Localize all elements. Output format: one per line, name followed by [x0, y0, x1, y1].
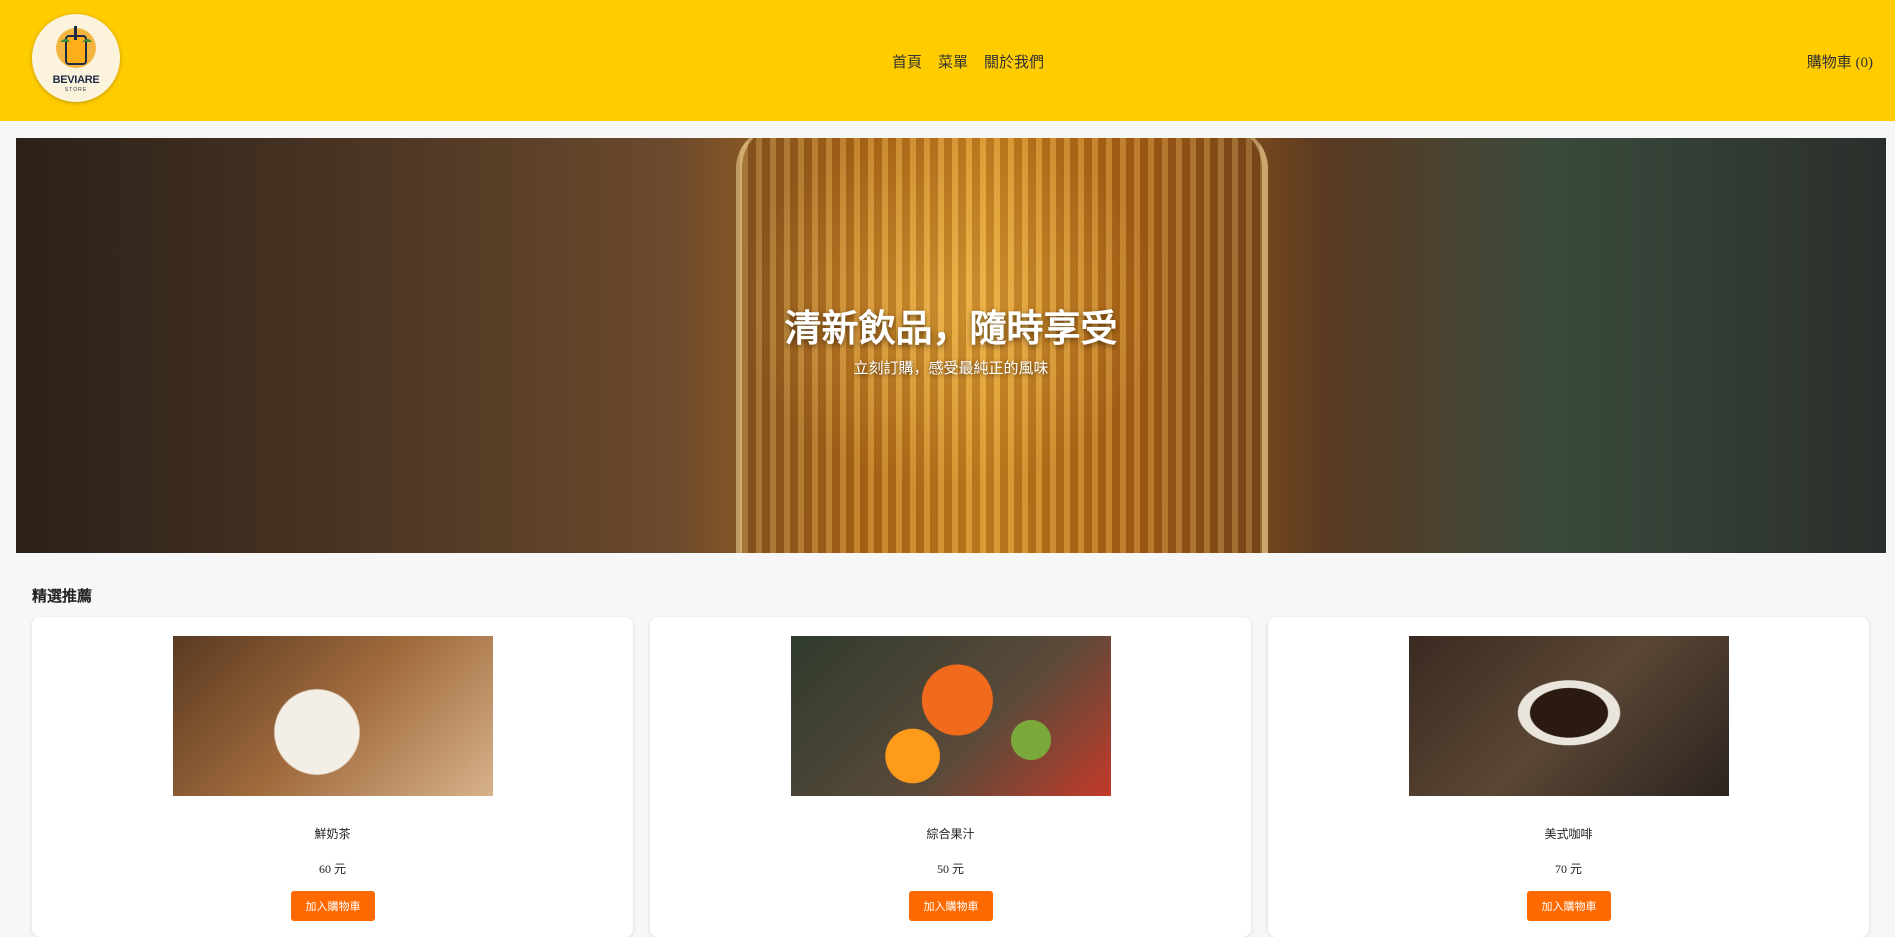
product-name: 美式咖啡 [1544, 827, 1593, 841]
product-name: 鮮奶茶 [314, 827, 351, 841]
product-card-mixed-juice: 綜合果汁 50 元 加入購物車 [650, 617, 1251, 937]
product-price: 60 元 [318, 862, 346, 876]
product-card-milk-tea: 鮮奶茶 60 元 加入購物車 [32, 617, 633, 937]
add-to-cart-button[interactable]: 加入購物車 [1527, 891, 1611, 921]
product-price: 50 元 [936, 862, 964, 876]
nav-home-link[interactable]: 首頁 [892, 51, 922, 72]
americano-image [1409, 636, 1729, 796]
product-price: 70 元 [1554, 862, 1582, 876]
main-nav: 首頁 菜單 關於我們 [892, 51, 1044, 72]
milk-tea-image [173, 636, 493, 796]
mixed-juice-image [791, 636, 1111, 796]
logo-subtext: STORE [64, 87, 88, 93]
site-header: BEVIARE STORE 首頁 菜單 關於我們 購物車 (0) [0, 0, 1895, 121]
nav-menu-link[interactable]: 菜單 [938, 51, 968, 72]
cart-link[interactable]: 購物車 (0) [1807, 51, 1873, 72]
product-name: 綜合果汁 [926, 827, 975, 841]
featured-section-title: 精選推薦 [32, 587, 93, 605]
hero-banner: 清新飲品，隨時享受 立刻訂購，感受最純正的風味 [16, 138, 1886, 553]
hero-title: 清新飲品，隨時享受 [784, 307, 1118, 350]
drink-cup-icon [56, 26, 96, 68]
add-to-cart-button[interactable]: 加入購物車 [909, 891, 993, 921]
brand-logo[interactable]: BEVIARE STORE [32, 14, 120, 102]
add-to-cart-button[interactable]: 加入購物車 [291, 891, 375, 921]
logo-text: BEVIARE [52, 74, 100, 86]
nav-about-link[interactable]: 關於我們 [984, 51, 1044, 72]
product-card-americano: 美式咖啡 70 元 加入購物車 [1268, 617, 1869, 937]
hero-subtitle: 立刻訂購，感受最純正的風味 [853, 359, 1049, 377]
